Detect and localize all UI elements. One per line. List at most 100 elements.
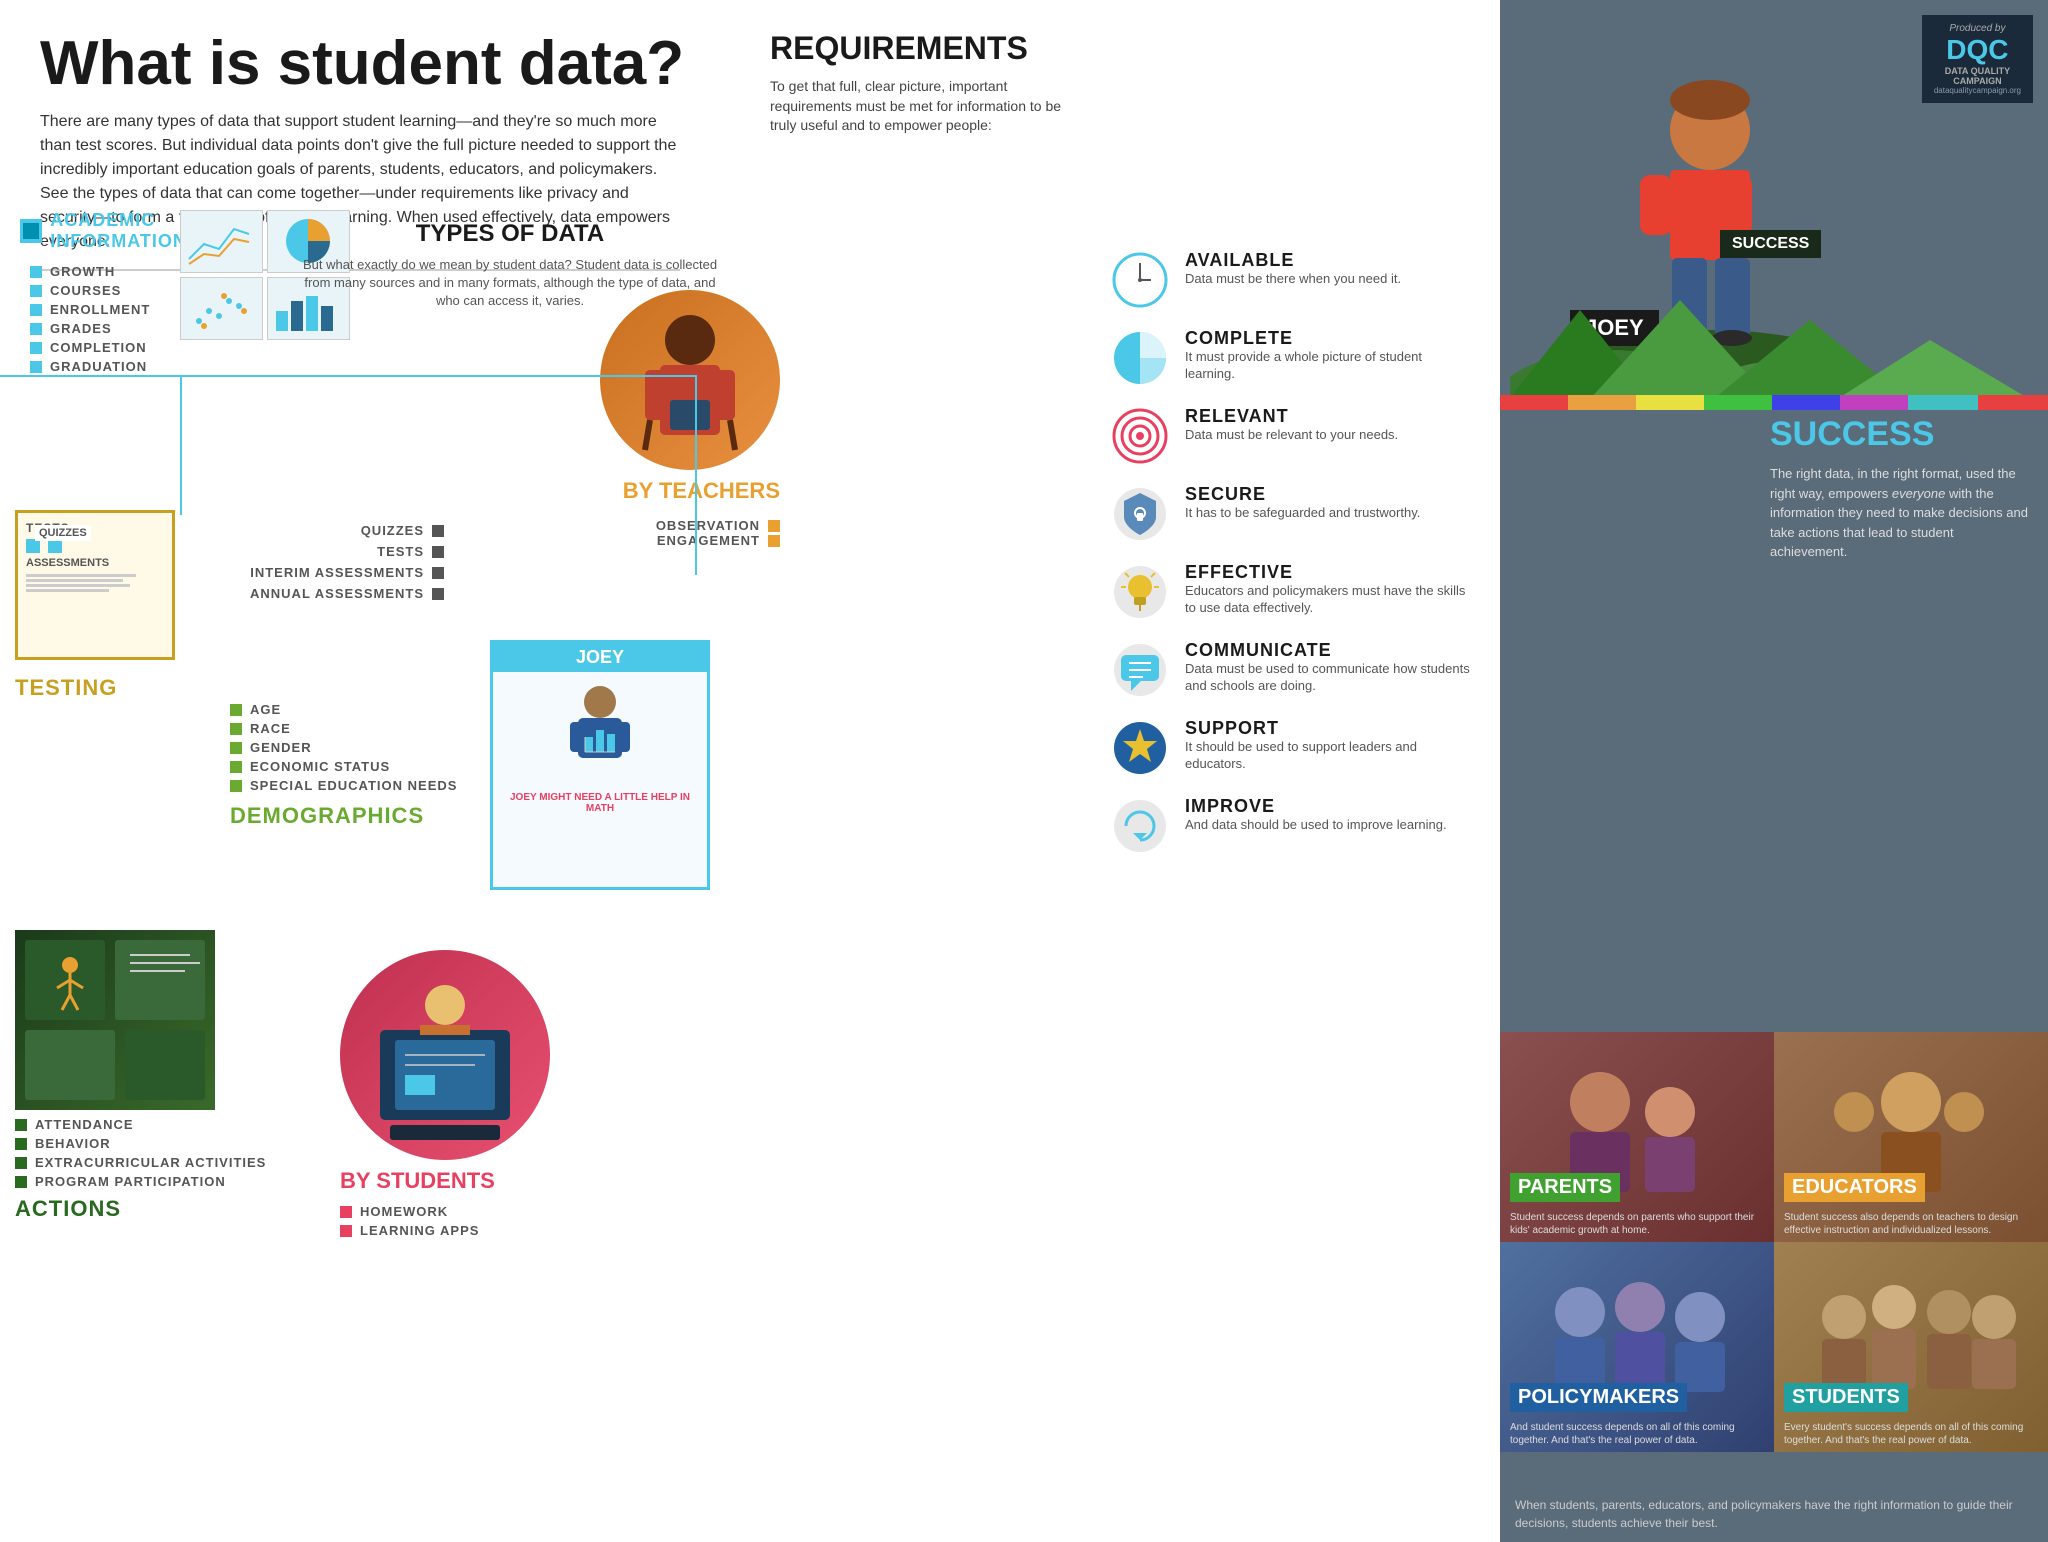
- types-title: TYPES OF DATA: [300, 220, 720, 248]
- testing-section: TESTS ASSESSMENTS QUIZZES TESTING: [15, 510, 235, 701]
- parents-cell: PARENTS Student success depends on paren…: [1500, 1032, 1774, 1242]
- by-students-section: BY STUDENTS HOMEWORK LEARNING APPS: [340, 950, 550, 1240]
- req-complete: COMPLETE It must provide a whole picture…: [1110, 328, 1470, 388]
- students-label: STUDENTS: [1784, 1383, 1908, 1412]
- dqc-subtitle1: DATA QUALITY: [1934, 66, 2021, 76]
- by-teachers-list: OBSERVATION ENGAGEMENT: [656, 518, 780, 548]
- star-icon: [1110, 718, 1170, 778]
- students-desc: Every student's success depends on all o…: [1784, 1421, 2038, 1447]
- list-item: LEARNING APPS: [340, 1221, 479, 1240]
- connector-line-2: [695, 375, 697, 575]
- joey-figure: [550, 682, 650, 792]
- students-cell: STUDENTS Every student's success depends…: [1774, 1242, 2048, 1452]
- req-relevant: RELEVANT Data must be relevant to your n…: [1110, 406, 1470, 466]
- policymakers-desc: And student success depends on all of th…: [1510, 1421, 1764, 1447]
- dqc-produced-text: Produced by: [1934, 23, 2021, 34]
- connector-line-1: [0, 375, 695, 377]
- requirements-header: REQUIREMENTS To get that full, clear pic…: [750, 30, 1090, 286]
- chat-icon: [1110, 640, 1170, 700]
- student-illustration: [340, 950, 550, 1160]
- req-complete-name: COMPLETE: [1185, 328, 1470, 349]
- req-communicate-name: COMMUNICATE: [1185, 640, 1470, 661]
- by-students-label: BY STUDENTS: [340, 1168, 495, 1194]
- educators-label: EDUCATORS: [1784, 1173, 1925, 1202]
- mountain-area: [1500, 290, 2048, 410]
- by-teachers-label: BY TEACHERS: [623, 478, 780, 504]
- req-relevant-content: RELEVANT Data must be relevant to your n…: [1185, 406, 1470, 444]
- chart-line: [180, 210, 263, 273]
- req-relevant-desc: Data must be relevant to your needs.: [1185, 427, 1470, 444]
- right-sidebar: Produced by DQC DATA QUALITY CAMPAIGN da…: [1500, 0, 2048, 1542]
- requirements-title: REQUIREMENTS: [770, 30, 1090, 67]
- main-container: What is student data? There are many typ…: [0, 0, 2048, 1542]
- actions-illustration: [15, 930, 215, 1110]
- demographics-section: AGE RACE GENDER ECONOMIC STATUS SPECIAL …: [230, 700, 457, 829]
- joey-box: JOEY JOEY MIGHT NEED A LITTLE HELP IN: [490, 640, 710, 890]
- req-effective-name: EFFECTIVE: [1185, 562, 1470, 583]
- parents-desc: Student success depends on parents who s…: [1510, 1211, 1764, 1237]
- dqc-subtitle2: CAMPAIGN: [1934, 76, 2021, 86]
- req-improve-content: IMPROVE And data should be used to impro…: [1185, 796, 1470, 834]
- stakeholders-row-2: POLICYMAKERS And student success depends…: [1500, 1242, 2048, 1452]
- academic-icon: [20, 219, 42, 243]
- success-description: The right data, in the right format, use…: [1770, 464, 2030, 562]
- req-relevant-name: RELEVANT: [1185, 406, 1470, 427]
- bulb-icon: [1110, 562, 1170, 622]
- shield-icon: [1110, 484, 1170, 544]
- teacher-circle: [600, 290, 780, 470]
- req-available-desc: Data must be there when you need it.: [1185, 271, 1470, 288]
- pie-icon: [1110, 328, 1170, 388]
- educators-cell: EDUCATORS Student success also depends o…: [1774, 1032, 2048, 1242]
- req-communicate: COMMUNICATE Data must be used to communi…: [1110, 640, 1470, 700]
- chart-scatter: [180, 277, 263, 340]
- student-circle: [340, 950, 550, 1160]
- dqc-website: dataqualitycampaign.org: [1934, 86, 2021, 95]
- req-communicate-content: COMMUNICATE Data must be used to communi…: [1185, 640, 1470, 695]
- actions-section: ATTENDANCE BEHAVIOR EXTRACURRICULAR ACTI…: [15, 930, 266, 1222]
- testing-list: QUIZZES TESTS INTERIM ASSESSMENTS ANNUAL…: [250, 520, 444, 604]
- req-available-name: AVAILABLE: [1185, 250, 1470, 271]
- content-area: What is student data? There are many typ…: [0, 0, 1500, 1542]
- arrows-icon: [1110, 796, 1170, 856]
- dqc-logo: Produced by DQC DATA QUALITY CAMPAIGN da…: [1922, 15, 2033, 103]
- list-item: OBSERVATION: [656, 518, 780, 533]
- req-communicate-desc: Data must be used to communicate how stu…: [1185, 661, 1470, 695]
- req-available-content: AVAILABLE Data must be there when you ne…: [1185, 250, 1470, 288]
- joey-note: JOEY MIGHT NEED A LITTLE HELP IN MATH: [493, 792, 707, 814]
- parents-label: PARENTS: [1510, 1173, 1620, 1202]
- req-improve-name: IMPROVE: [1185, 796, 1470, 817]
- req-support-name: SUPPORT: [1185, 718, 1470, 739]
- actions-title: ACTIONS: [15, 1196, 266, 1222]
- stakeholders-grid: PARENTS Student success depends on paren…: [1500, 1032, 2048, 1452]
- list-item: GRADUATION: [30, 357, 280, 376]
- list-item: ENGAGEMENT: [656, 533, 780, 548]
- req-complete-desc: It must provide a whole picture of stude…: [1185, 349, 1470, 383]
- educators-desc: Student success also depends on teachers…: [1784, 1211, 2038, 1237]
- policymakers-label: POLICYMAKERS: [1510, 1383, 1687, 1412]
- req-effective-desc: Educators and policymakers must have the…: [1185, 583, 1470, 617]
- req-secure-name: SECURE: [1185, 484, 1470, 505]
- req-effective: EFFECTIVE Educators and policymakers mus…: [1110, 562, 1470, 622]
- list-item: HOMEWORK: [340, 1202, 479, 1221]
- req-available: AVAILABLE Data must be there when you ne…: [1110, 250, 1470, 310]
- sidebar-bottom-text: When students, parents, educators, and p…: [1515, 1496, 2033, 1532]
- req-improve: IMPROVE And data should be used to impro…: [1110, 796, 1470, 856]
- clock-icon: [1110, 250, 1170, 310]
- by-teachers-section: BY TEACHERS OBSERVATION ENGAGEMENT: [600, 290, 780, 548]
- req-support-desc: It should be used to support leaders and…: [1185, 739, 1470, 773]
- stakeholders-row-1: PARENTS Student success depends on paren…: [1500, 1032, 2048, 1242]
- joey-name: JOEY: [576, 647, 624, 667]
- connector-line-3: [180, 375, 182, 515]
- target-icon: [1110, 406, 1170, 466]
- success-banner-text: SUCCESS: [1732, 235, 1809, 252]
- requirements-items: AVAILABLE Data must be there when you ne…: [1110, 250, 1470, 874]
- testing-title: TESTING: [15, 675, 235, 701]
- req-improve-desc: And data should be used to improve learn…: [1185, 817, 1470, 834]
- req-secure: SECURE It has to be safeguarded and trus…: [1110, 484, 1470, 544]
- req-secure-desc: It has to be safeguarded and trustworthy…: [1185, 505, 1470, 522]
- success-title: SUCCESS: [1770, 415, 2030, 454]
- success-section: SUCCESS The right data, in the right for…: [1770, 415, 2030, 562]
- success-banner: SUCCESS: [1720, 230, 1821, 258]
- main-title: What is student data?: [40, 30, 720, 98]
- req-support: SUPPORT It should be used to support lea…: [1110, 718, 1470, 778]
